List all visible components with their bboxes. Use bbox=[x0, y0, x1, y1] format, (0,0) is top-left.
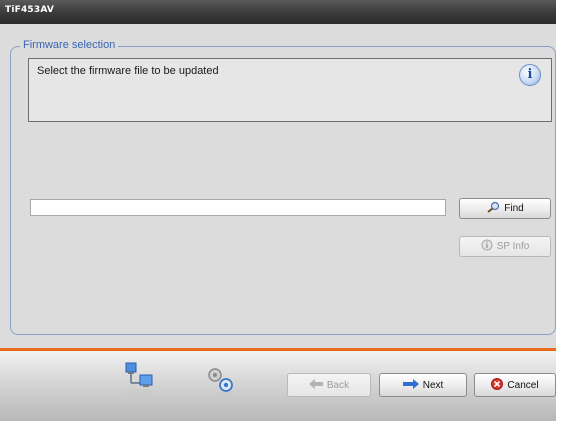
window-title: TiF453AV bbox=[5, 5, 55, 15]
firmware-file-input[interactable] bbox=[30, 199, 446, 216]
find-button[interactable]: Find bbox=[459, 198, 551, 219]
find-label: Find bbox=[504, 203, 524, 214]
info-text: Select the firmware file to be updated bbox=[37, 65, 219, 77]
group-title: Firmware selection bbox=[20, 39, 119, 51]
arrow-right-icon bbox=[402, 378, 419, 392]
info-panel: Select the firmware file to be updated i bbox=[28, 58, 552, 122]
cancel-icon bbox=[491, 377, 504, 393]
next-label: Next bbox=[422, 379, 444, 391]
cancel-button[interactable]: Cancel bbox=[474, 373, 556, 397]
info-icon: i bbox=[519, 64, 541, 86]
bottom-toolbar bbox=[0, 351, 556, 421]
back-label: Back bbox=[326, 379, 350, 391]
sp-info-button[interactable]: SP Info bbox=[459, 236, 551, 257]
cancel-label: Cancel bbox=[507, 379, 539, 391]
gear-icon[interactable] bbox=[204, 365, 238, 407]
title-bar: TiF453AV bbox=[0, 0, 556, 24]
next-button[interactable]: Next bbox=[379, 373, 467, 397]
network-icon[interactable] bbox=[122, 361, 156, 407]
search-icon bbox=[486, 201, 500, 216]
sp-info-label: SP Info bbox=[496, 241, 530, 252]
back-button[interactable]: Back bbox=[287, 373, 371, 397]
sp-info-icon bbox=[481, 239, 493, 254]
arrow-left-icon bbox=[308, 378, 323, 392]
